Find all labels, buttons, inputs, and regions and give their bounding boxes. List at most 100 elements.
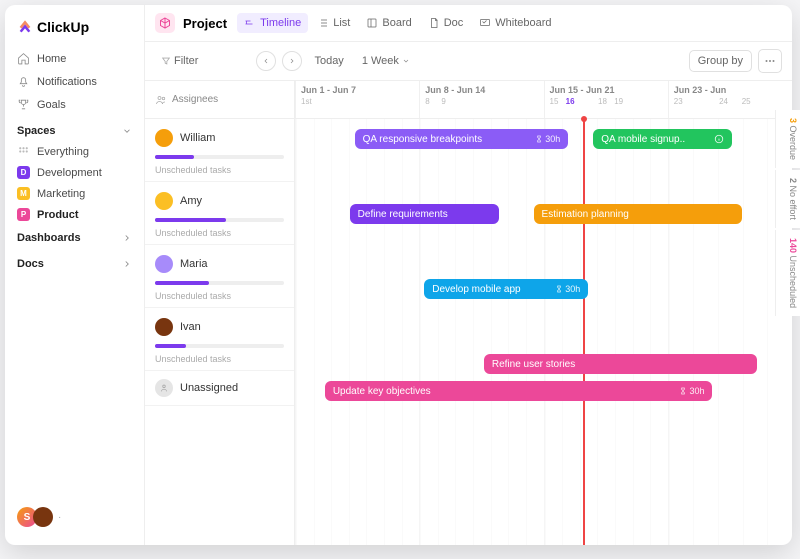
task-label: Update key objectives (333, 386, 431, 397)
nav-section: Home Notifications Goals (5, 45, 144, 118)
space-marketing[interactable]: MMarketing (5, 183, 144, 204)
assignee-name: Unassigned (180, 382, 238, 394)
space-development[interactable]: DDevelopment (5, 162, 144, 183)
unscheduled-label[interactable]: Unscheduled tasks (155, 228, 284, 238)
spaces-header[interactable]: Spaces (5, 118, 144, 141)
side-tag-count: 3 (788, 118, 792, 123)
assignee-rows: WilliamUnscheduled tasks Amy Unscheduled t… (145, 119, 294, 406)
assignees-header-label: Assignees (172, 94, 218, 105)
bell-icon (17, 75, 30, 88)
week-label: Jun 15 - Jun 21 (550, 85, 663, 95)
week-label: Jun 1 - Jun 7 (301, 85, 414, 95)
tab-timeline[interactable]: Timeline (237, 13, 308, 33)
side-tag-label: Unscheduled (788, 256, 792, 309)
next-button[interactable] (282, 51, 302, 71)
assignees-header[interactable]: Assignees (145, 81, 294, 119)
nav-label: Goals (37, 99, 66, 111)
toolbar: Filter Today 1 Week Group by (145, 42, 792, 81)
task-label: Refine user stories (492, 359, 575, 370)
footer-avatars[interactable]: S · (5, 499, 144, 535)
sections-list: Dashboards Docs (5, 225, 144, 277)
more-button[interactable] (758, 49, 782, 73)
assignee-row[interactable]: Maria Unscheduled tasks (145, 245, 294, 308)
doc-icon (428, 17, 440, 29)
range-button[interactable]: 1 Week (356, 52, 416, 70)
section-dashboards[interactable]: Dashboards (5, 225, 144, 251)
progress-bar (155, 218, 284, 222)
project-title[interactable]: Project (183, 16, 227, 31)
group-by-button[interactable]: Group by (689, 50, 752, 72)
unscheduled-label[interactable]: Unscheduled tasks (155, 291, 284, 301)
clickup-logo-icon (17, 19, 33, 35)
nav-label: Home (37, 53, 66, 65)
assignee-name: Amy (180, 195, 202, 207)
avatar-more[interactable]: · (58, 512, 61, 523)
filter-button[interactable]: Filter (155, 52, 204, 70)
timeline-grid[interactable]: Jun 1 - Jun 71stJun 8 - Jun 1489 Jun 15 -… (295, 81, 792, 545)
project-badge[interactable] (155, 13, 175, 33)
week-column: Jun 1 - Jun 71st (295, 81, 419, 118)
side-tag-label: No effort (788, 186, 792, 220)
day-row: 15161819 (550, 97, 663, 106)
task-bar[interactable]: QA responsive breakpoints30h (355, 129, 569, 149)
unscheduled-label[interactable]: Unscheduled tasks (155, 165, 284, 175)
assignee-row[interactable]: Ivan Unscheduled tasks (145, 308, 294, 371)
task-time: 30h (679, 386, 704, 396)
tab-list[interactable]: List (310, 13, 357, 33)
task-label: QA mobile signup.. (601, 134, 685, 145)
task-bar[interactable]: Refine user stories (484, 354, 757, 374)
week-column: Jun 8 - Jun 1489 (419, 81, 543, 118)
task-bar[interactable]: QA mobile signup.. (593, 129, 732, 149)
assignee-row[interactable]: WilliamUnscheduled tasks (145, 119, 294, 182)
prev-button[interactable] (256, 51, 276, 71)
task-bar[interactable]: Estimation planning (534, 204, 743, 224)
grid-icon (17, 145, 30, 158)
assignee-row[interactable]: Amy Unscheduled tasks (145, 182, 294, 245)
nav-goals[interactable]: Goals (5, 93, 144, 116)
date-header: Jun 1 - Jun 71stJun 8 - Jun 1489 Jun 15 -… (295, 81, 792, 119)
unscheduled-label[interactable]: Unscheduled tasks (155, 354, 284, 364)
space-product[interactable]: PProduct (5, 204, 144, 225)
side-tags: 3 Overdue 2 No effort 140 Unscheduled (775, 110, 792, 316)
chevron-right-icon (122, 259, 132, 269)
tab-doc[interactable]: Doc (421, 13, 471, 33)
assignee-name: Maria (180, 258, 208, 270)
nav-label: Notifications (37, 76, 97, 88)
brand[interactable]: ClickUp (5, 15, 144, 45)
tab-label: Whiteboard (495, 17, 551, 29)
space-everything[interactable]: Everything (5, 141, 144, 162)
progress-bar (155, 155, 284, 159)
tab-whiteboard[interactable]: Whiteboard (472, 13, 558, 33)
nav-notifications[interactable]: Notifications (5, 70, 144, 93)
assignee-row[interactable]: Unassigned (145, 371, 294, 406)
task-label: Estimation planning (542, 209, 629, 220)
week-label: Jun 23 - Jun (674, 85, 787, 95)
side-tag-overdue[interactable]: 3 Overdue (775, 110, 792, 168)
tab-board[interactable]: Board (359, 13, 418, 33)
trophy-icon (17, 98, 30, 111)
today-button[interactable]: Today (308, 52, 349, 70)
progress-bar (155, 281, 284, 285)
avatar[interactable] (33, 507, 53, 527)
info-icon (714, 134, 724, 144)
space-badge: P (17, 208, 30, 221)
side-tag-label: Overdue (788, 126, 792, 161)
side-tag-unscheduled[interactable]: 140 Unscheduled (775, 230, 792, 316)
avatar (155, 379, 173, 397)
task-bar[interactable]: Define requirements (350, 204, 499, 224)
section-docs[interactable]: Docs (5, 251, 144, 277)
task-bar[interactable]: Develop mobile app30h (424, 279, 588, 299)
side-tag-no-effort[interactable]: 2 No effort (775, 170, 792, 228)
space-label: Everything (37, 146, 89, 158)
main-area: Project TimelineListBoardDoc Whiteboard F… (145, 5, 792, 545)
whiteboard-icon (479, 17, 491, 29)
spaces-header-label: Spaces (17, 125, 56, 137)
section-label: Dashboards (17, 232, 81, 244)
nav-home[interactable]: Home (5, 47, 144, 70)
task-bar[interactable]: Update key objectives 30h (325, 381, 713, 401)
home-icon (17, 52, 30, 65)
assignee-name: Ivan (180, 321, 201, 333)
spaces-list: Everything DDevelopmentMMarketingPProduct (5, 141, 144, 225)
task-time: 30h (555, 284, 580, 294)
section-label: Docs (17, 258, 44, 270)
